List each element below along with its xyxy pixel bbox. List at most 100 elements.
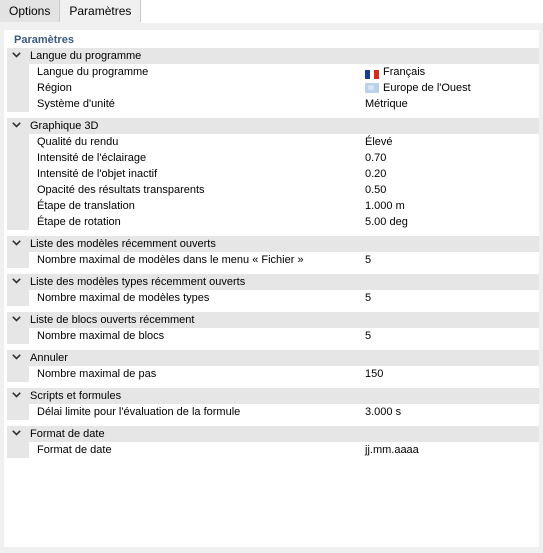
setting-value[interactable]: jj.mm.aaaa [365,442,419,458]
group-header[interactable]: Langue du programme [7,48,539,64]
settings-group: Graphique 3D Qualité du rendu Élevé Intensi… [7,118,539,230]
group-title: Langue du programme [30,50,142,62]
row-indent [7,290,29,306]
group-title: Scripts et formules [30,390,122,402]
settings-group: Liste de blocs ouverts récemment Nombre m… [7,312,539,344]
setting-value[interactable]: 5.00 deg [365,214,408,230]
settings-tree: Langue du programme Langue du programme Fr… [7,48,539,464]
setting-label: Région [37,82,72,94]
setting-label: Intensité de l'éclairage [37,152,147,164]
setting-value[interactable]: Europe de l'Ouest [365,80,471,96]
setting-label: Système d'unité [37,98,115,110]
setting-row[interactable]: Format de date jj.mm.aaaa [7,442,539,458]
row-indent [7,404,29,420]
row-indent [7,150,29,166]
row-indent [7,366,29,382]
setting-value-text: Français [383,66,426,78]
settings-group: Liste des modèles récemment ouverts Nombr… [7,236,539,268]
setting-row[interactable]: Nombre maximal de blocs 5 [7,328,539,344]
setting-value-text: 0.50 [365,184,387,196]
setting-row[interactable]: Intensité de l'objet inactif 0.20 [7,166,539,182]
group-title: Liste des modèles types récemment ouvert… [30,276,246,288]
settings-group: Annuler Nombre maximal de pas 150 [7,350,539,382]
setting-label: Délai limite pour l'évaluation de la for… [37,406,241,418]
setting-row[interactable]: Étape de translation 1.000 m [7,198,539,214]
setting-value[interactable]: 0.70 [365,150,386,166]
setting-value-text: 5 [365,254,372,266]
group-header[interactable]: Annuler [7,350,539,366]
setting-row[interactable]: Langue du programme Français [7,64,539,80]
setting-value[interactable]: 5 [365,290,371,306]
settings-group: Scripts et formules Délai limite pour l'é… [7,388,539,420]
setting-label: Format de date [37,444,112,456]
map-region-icon [365,83,379,93]
flag-fr-icon [365,68,379,79]
setting-row[interactable]: Délai limite pour l'évaluation de la for… [7,404,539,420]
setting-row[interactable]: Nombre maximal de modèles types 5 [7,290,539,306]
setting-value[interactable]: 0.50 [365,182,386,198]
setting-label: Intensité de l'objet inactif [37,168,158,180]
group-header[interactable]: Format de date [7,426,539,442]
chevron-down-icon[interactable] [12,236,24,252]
tab-parametres[interactable]: Paramètres [60,0,142,22]
group-header[interactable]: Liste des modèles récemment ouverts [7,236,539,252]
setting-label: Nombre maximal de modèles types [37,292,210,304]
group-title: Annuler [30,352,68,364]
row-indent [7,328,29,344]
setting-value[interactable]: 5 [365,328,371,344]
setting-value[interactable]: 0.20 [365,166,386,182]
panel-title: Paramètres [14,34,74,46]
setting-row[interactable]: Nombre maximal de modèles dans le menu «… [7,252,539,268]
tab-options[interactable]: Options [0,0,61,22]
tab-bar: Options Paramètres [0,0,543,23]
group-title: Format de date [30,428,105,440]
setting-value-text: 150 [365,368,384,380]
setting-label: Langue du programme [37,66,149,78]
setting-value[interactable]: Métrique [365,96,408,112]
setting-row[interactable]: Opacité des résultats transparents 0.50 [7,182,539,198]
group-title: Liste de blocs ouverts récemment [30,314,195,326]
setting-value-text: 3.000 s [365,406,402,418]
setting-value-text: Métrique [365,98,408,110]
group-header[interactable]: Scripts et formules [7,388,539,404]
setting-value-text: Élevé [365,136,393,148]
setting-value-text: jj.mm.aaaa [365,444,419,456]
setting-row[interactable]: Qualité du rendu Élevé [7,134,539,150]
row-indent [7,64,29,80]
setting-value-text: Europe de l'Ouest [383,82,471,94]
setting-row[interactable]: Système d'unité Métrique [7,96,539,112]
group-header[interactable]: Liste de blocs ouverts récemment [7,312,539,328]
setting-value-text: 5.00 deg [365,216,408,228]
group-header[interactable]: Liste des modèles types récemment ouvert… [7,274,539,290]
chevron-down-icon[interactable] [12,388,24,404]
group-header[interactable]: Graphique 3D [7,118,539,134]
row-indent [7,252,29,268]
setting-label: Étape de translation [37,200,135,212]
setting-value[interactable]: 1.000 m [365,198,405,214]
chevron-down-icon[interactable] [12,350,24,366]
chevron-down-icon[interactable] [12,312,24,328]
setting-label: Nombre maximal de pas [37,368,157,380]
setting-row[interactable]: Nombre maximal de pas 150 [7,366,539,382]
row-indent [7,442,29,458]
row-indent [7,96,29,112]
setting-value[interactable]: 3.000 s [365,404,401,420]
setting-value[interactable]: 150 [365,366,383,382]
row-indent [7,166,29,182]
setting-value[interactable]: 5 [365,252,371,268]
setting-label: Opacité des résultats transparents [37,184,205,196]
settings-group: Liste des modèles types récemment ouvert… [7,274,539,306]
setting-value[interactable]: Élevé [365,134,393,150]
setting-value-text: 5 [365,330,372,342]
setting-row[interactable]: Intensité de l'éclairage 0.70 [7,150,539,166]
setting-value-text: 1.000 m [365,200,405,212]
chevron-down-icon[interactable] [12,274,24,290]
setting-row[interactable]: Région Europe de l'Ouest [7,80,539,96]
setting-value-text: 0.20 [365,168,387,180]
chevron-down-icon[interactable] [12,48,24,64]
setting-row[interactable]: Étape de rotation 5.00 deg [7,214,539,230]
setting-value[interactable]: Français [365,64,425,80]
chevron-down-icon[interactable] [12,118,24,134]
settings-group: Format de date Format de date jj.mm.aaaa [7,426,539,458]
chevron-down-icon[interactable] [12,426,24,442]
